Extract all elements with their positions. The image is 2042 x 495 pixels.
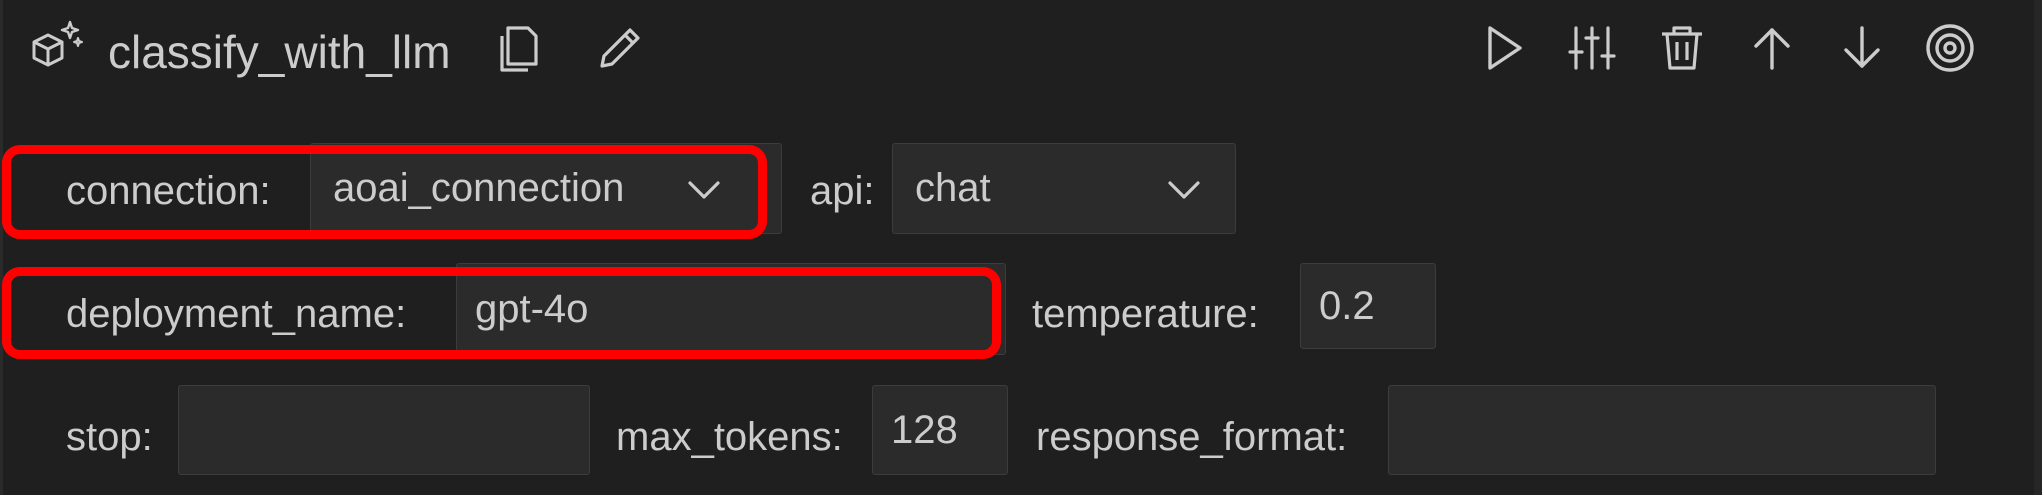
temperature-input[interactable]: 0.2 [1300,263,1436,349]
api-select[interactable]: chat [892,143,1236,234]
delete-trash-icon[interactable] [1656,22,1708,74]
connection-select[interactable]: aoai_connection [310,143,782,234]
response-format-input[interactable] [1388,385,1936,475]
deployment-name-label: deployment_name: [66,292,407,336]
llm-node-panel: classify_with_llm connection: aoai_conne… [0,0,2042,495]
connection-value: aoai_connection [333,166,625,210]
stop-input[interactable] [178,385,590,475]
api-label: api: [810,169,875,213]
connection-label: connection: [66,169,271,213]
node-title: classify_with_llm [108,26,451,78]
copy-icon[interactable] [492,22,544,74]
api-value: chat [915,166,991,210]
max-tokens-input[interactable]: 128 [872,385,1008,475]
deployment-name-value: gpt-4o [475,286,589,331]
move-down-arrow-icon[interactable] [1836,22,1888,74]
settings-sliders-icon[interactable] [1566,22,1618,74]
move-up-arrow-icon[interactable] [1746,22,1798,74]
chevron-down-icon [1167,179,1201,201]
edit-pencil-icon[interactable] [594,22,646,74]
response-format-label: response_format: [1036,415,1348,459]
max-tokens-value: 128 [891,407,958,452]
run-play-icon[interactable] [1478,22,1530,74]
node-header: classify_with_llm [0,0,2042,110]
temperature-label: temperature: [1032,292,1259,336]
target-icon[interactable] [1924,22,1976,74]
stop-label: stop: [66,415,153,459]
deployment-name-input[interactable]: gpt-4o [456,263,1006,355]
chevron-down-icon [687,179,721,201]
llm-sparkle-cube-icon [28,20,84,76]
max-tokens-label: max_tokens: [616,415,843,459]
temperature-value: 0.2 [1319,283,1375,328]
